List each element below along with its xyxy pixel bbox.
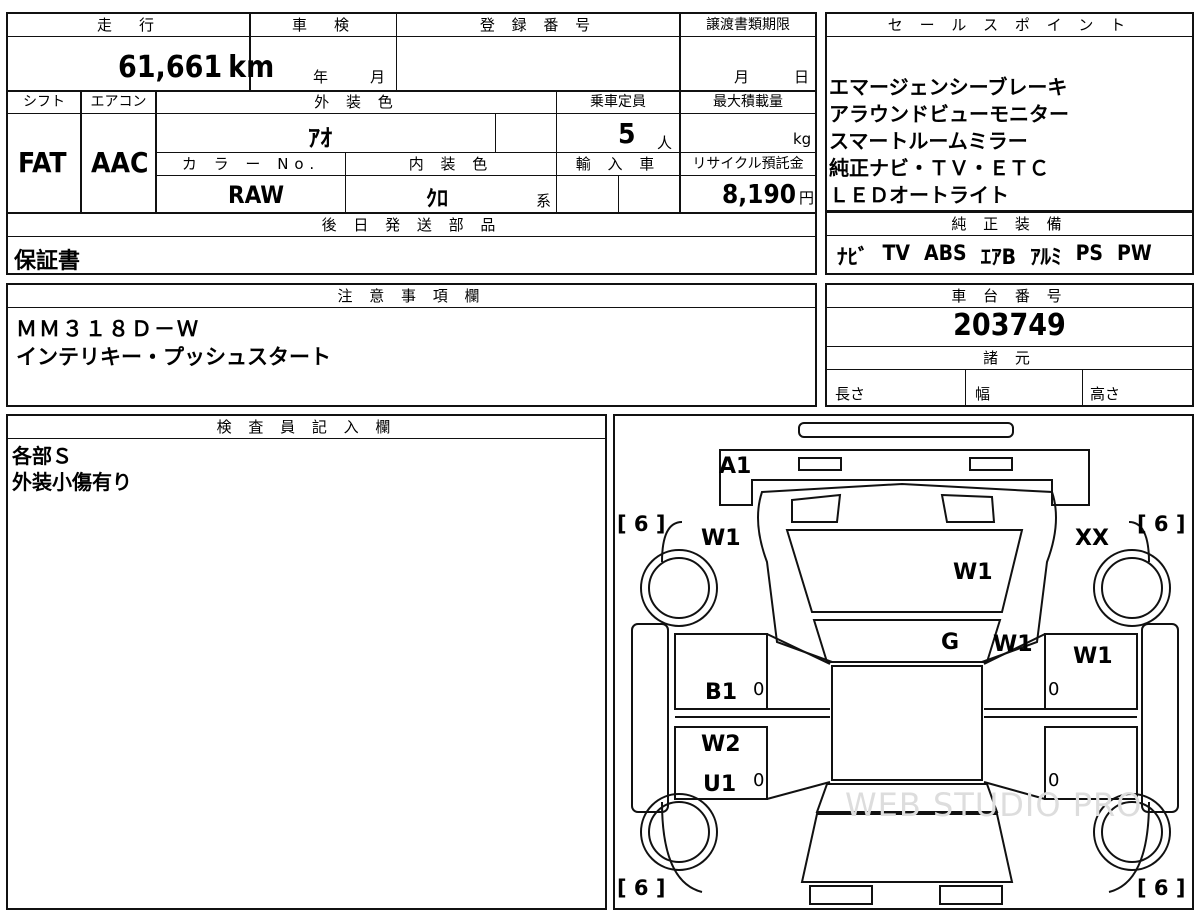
sales-points-list: エマージェンシーブレーキ アラウンドビューモニター スマートルームミラー 純正ナ… (829, 74, 1069, 209)
notes-lines: ＭＭ３１８Ｄ－Ｗ インテリキー・プッシュスタート (16, 315, 331, 371)
fog-right (969, 457, 1013, 471)
wheel-front-right (1093, 549, 1171, 627)
damage-mark: A1 (719, 454, 752, 479)
equipment-list: ﾅﾋﾞ TV ABS ｴｱB ｱﾙﾐ PS PW (837, 241, 1152, 271)
equipment-item: PS (1075, 241, 1104, 265)
equipment-box: 純 正 装 備 ﾅﾋﾞ TV ABS ｴｱB ｱﾙﾐ PS PW (825, 212, 1194, 275)
inspector-line: 外装小傷有り (12, 470, 132, 494)
damage-mark: W1 (701, 526, 741, 551)
notes-label: 注 意 事 項 欄 (337, 287, 486, 305)
front-bar (798, 422, 1014, 438)
sales-points-box: セ ー ル ス ポ イ ン ト エマージェンシーブレーキ アラウンドビューモニタ… (825, 12, 1194, 212)
damage-mark: G (941, 630, 960, 655)
chassis-box: 車 台 番 号 203749 諸 元 長さ 幅 高さ (825, 283, 1194, 407)
spec-length: 長さ (835, 385, 866, 403)
ac-value: AAC (91, 146, 149, 179)
equipment-item: ｴｱB (980, 245, 1017, 269)
chassis-label: 車 台 番 号 (951, 287, 1068, 305)
max-load-label: 最大積載量 (713, 94, 783, 110)
damage-mark: B1 (705, 680, 738, 705)
sales-point-item: アラウンドビューモニター (829, 102, 1069, 126)
wheel-front-left (640, 549, 718, 627)
fog-left (798, 457, 842, 471)
shift-value: FAT (18, 146, 67, 179)
equipment-item: ABS (924, 241, 967, 265)
registration-label: 登 録 番 号 (479, 16, 597, 34)
mileage-value: 61,661 km (118, 50, 275, 85)
spec-width: 幅 (975, 385, 991, 403)
recycle-unit: 円 (799, 189, 815, 207)
spec-height: 高さ (1090, 385, 1121, 403)
shift-label: シフト (23, 94, 65, 110)
tire-label: [ 6 ] (617, 512, 666, 536)
roof (831, 665, 983, 781)
mileage-unit: km (228, 50, 275, 85)
inspection-label: 車 検 (291, 16, 355, 34)
interior-suffix: 系 (536, 192, 552, 210)
max-load-unit: kg (793, 130, 812, 148)
watermark: WEB STUDIO PRO (845, 786, 1143, 824)
notes-box: 注 意 事 項 欄 ＭＭ３１８Ｄ－Ｗ インテリキー・プッシュスタート (6, 283, 817, 407)
inspection-year: 年 (313, 68, 329, 86)
interior-color-label: 内 装 色 (408, 155, 494, 173)
zero-mark: 0 (753, 770, 765, 791)
exterior-color-value: ｱｵ (308, 124, 332, 152)
later-parts-value: 保証書 (14, 249, 81, 274)
inspector-line: 各部Ｓ (12, 444, 72, 468)
zero-mark: 0 (1048, 679, 1060, 700)
recycle-fee-value: 8,190 円 (722, 180, 815, 210)
damage-mark: W1 (953, 560, 993, 585)
transfer-month: 月 (734, 68, 750, 86)
ac-label: エアコン (90, 94, 147, 110)
sales-point-item: 純正ナビ・ＴＶ・ＥＴＣ (829, 156, 1049, 180)
mileage-label: 走 行 (96, 16, 160, 34)
import-label: 輸 入 車 (575, 155, 661, 173)
color-no-value: RAW (228, 181, 285, 209)
sales-point-item: スマートルームミラー (829, 129, 1028, 153)
inspector-label: 検 査 員 記 入 欄 (216, 418, 397, 436)
inspector-box: 検 査 員 記 入 欄 各部Ｓ 外装小傷有り (6, 414, 607, 910)
sales-point-item: エマージェンシーブレーキ (829, 75, 1068, 99)
equipment-item: ﾅﾋﾞ (837, 245, 869, 269)
equipment-item: TV (882, 241, 911, 265)
specs-label: 諸 元 (983, 349, 1036, 367)
recycle-label: リサイクル預託金 (692, 156, 804, 172)
notes-line: インテリキー・プッシュスタート (16, 345, 331, 369)
vehicle-info-box: 走 行 車 検 登 録 番 号 譲渡書類期限 61,661 km 年 月 月 日 … (6, 12, 817, 275)
sales-point-item: ＬＥＤオートライト (829, 183, 1009, 207)
equipment-item: ｱﾙﾐ (1030, 245, 1062, 269)
equipment-label: 純 正 装 備 (951, 215, 1068, 233)
inspector-lines: 各部Ｓ 外装小傷有り (12, 443, 132, 495)
sales-points-label: セ ー ル ス ポ イ ン ト (887, 16, 1132, 34)
equipment-item: PW (1117, 241, 1152, 265)
interior-color-value: ｸﾛ (426, 187, 449, 212)
damage-mark: U1 (703, 772, 737, 797)
inspection-month: 月 (370, 68, 386, 86)
transfer-label: 譲渡書類期限 (706, 17, 790, 33)
notes-line: ＭＭ３１８Ｄ－Ｗ (16, 317, 200, 341)
capacity-value: 5 (618, 117, 636, 150)
exterior-color-label: 外 装 色 (314, 93, 399, 111)
damage-diagram-box: [ 6 ] [ 6 ] [ 6 ] [ 6 ] A1 W1 XX W1 G W1… (613, 414, 1194, 910)
damage-mark: W1 (993, 632, 1033, 657)
later-parts-label: 後 日 発 送 部 品 (321, 216, 502, 234)
tire-label: [ 6 ] (617, 876, 666, 900)
color-no-label: カ ラ ー No. (181, 155, 321, 173)
chassis-number: 203749 (953, 308, 1066, 343)
front-bumper (719, 449, 1090, 506)
wheel-rear-left (640, 793, 718, 871)
damage-mark: W2 (701, 732, 741, 757)
transfer-day: 日 (794, 68, 810, 86)
capacity-label: 乗車定員 (590, 94, 646, 110)
capacity-unit: 人 (657, 134, 673, 152)
damage-mark: W1 (1073, 644, 1113, 669)
tire-label: [ 6 ] (1137, 512, 1186, 536)
zero-mark: 0 (753, 679, 765, 700)
damage-mark: XX (1075, 526, 1109, 551)
tire-label: [ 6 ] (1137, 876, 1186, 900)
windshield (812, 619, 1002, 663)
